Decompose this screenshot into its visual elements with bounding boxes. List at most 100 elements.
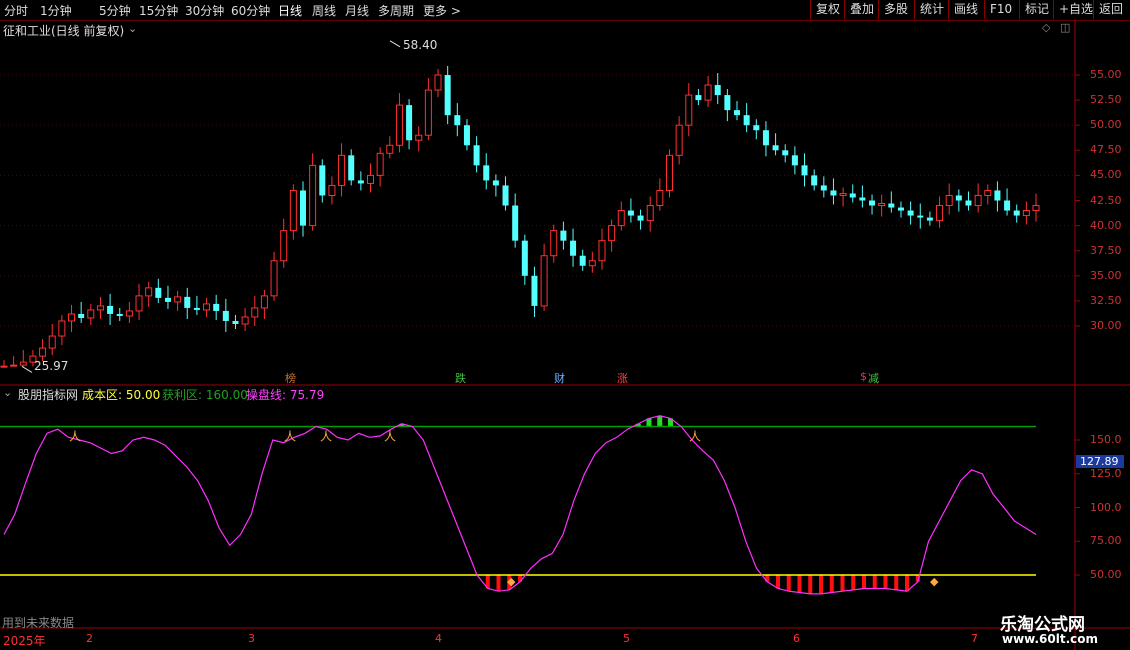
candle-body-down [483, 165, 490, 181]
event-annotation[interactable]: 涨 [616, 370, 629, 386]
candle-body-up [936, 205, 944, 222]
price-tick-label: 42.50 [1090, 193, 1122, 207]
price-tick-label: 40.00 [1090, 218, 1122, 232]
candle-body-down [724, 95, 731, 111]
event-annotation[interactable]: 跌 [454, 370, 467, 386]
sell-signal-icon: 人 [69, 430, 81, 444]
cost-zone-bar [496, 575, 501, 592]
future-data-note: 用到未来数据 [2, 616, 75, 630]
candle-body-down [917, 215, 924, 218]
year-label: 2025年 [3, 634, 46, 648]
period-tab-60min[interactable]: 60分钟 [231, 2, 270, 19]
candle-body-down [849, 193, 856, 198]
period-tab-multi[interactable]: 多周期 [378, 2, 414, 19]
current-value-badge: 127.89 [1076, 455, 1124, 468]
candle-body-down [897, 207, 904, 211]
period-tab-more[interactable]: 更多 > [423, 2, 461, 19]
candle-body-up [289, 189, 297, 232]
period-tab-1min[interactable]: 1分钟 [40, 2, 72, 19]
back-button[interactable]: 返回 [1093, 0, 1128, 19]
indicator-tick-label: 75.00 [1090, 534, 1122, 548]
draw-line-button[interactable]: 画线 [948, 0, 983, 19]
candle-body-up [145, 287, 153, 297]
candle-body-down [502, 185, 509, 206]
indicator-tick-label: 50.00 [1090, 568, 1122, 581]
candle-body-down [222, 310, 229, 321]
sell-signal-icon: 人 [689, 430, 701, 444]
chevron-down-icon[interactable]: ⌄ [128, 22, 137, 35]
candle-body-up [251, 307, 259, 318]
buy-signal-icon: ◆ [507, 575, 516, 588]
statistics-button[interactable]: 统计 [914, 0, 949, 19]
add-watchlist-button[interactable]: +自选 [1053, 0, 1098, 19]
candle-body-down [714, 85, 721, 96]
period-tab-daily[interactable]: 日线 [278, 2, 302, 19]
candle-body-up [10, 364, 18, 367]
candle-body-up [203, 303, 211, 311]
cost-zone-bar [776, 575, 780, 589]
price-tick-label: 47.50 [1090, 143, 1122, 157]
period-tab-5min[interactable]: 5分钟 [99, 2, 131, 19]
candle-body-up [174, 296, 182, 303]
indicator-tick-label: 150.0 [1090, 433, 1122, 446]
month-label: 6 [793, 632, 800, 645]
mark-button[interactable]: 标记 [1019, 0, 1054, 19]
candle-body-down [801, 165, 808, 176]
candle-body-down [888, 203, 895, 208]
event-annotation[interactable]: 财 [553, 370, 566, 386]
period-tab-weekly[interactable]: 周线 [312, 2, 336, 19]
candle-body-down [463, 125, 470, 146]
cost-zone-bar [851, 575, 856, 590]
candle-body-down [357, 180, 364, 184]
expand-icon[interactable]: ◫ [1060, 21, 1070, 34]
event-annotation[interactable]: 减 [867, 370, 880, 386]
candle-body-down [319, 165, 326, 196]
candle-body-down [782, 150, 789, 156]
candle-body-up [39, 347, 47, 357]
candle-body-down [579, 255, 586, 266]
candle-body-up [328, 184, 336, 196]
period-tab-timeshare[interactable]: 分时 [4, 2, 28, 19]
fuquan-button[interactable]: 复权 [810, 0, 845, 19]
kline-chart[interactable]: 人 人 人 人 人 ◆ ◆ [0, 20, 1130, 650]
candle-body-up [0, 365, 8, 368]
candle-body-down [512, 205, 519, 241]
candle-body-down [454, 115, 461, 126]
candle-body-up [87, 309, 95, 319]
candle-body-up [839, 192, 847, 196]
cost-zone-bar [808, 575, 813, 594]
candle-body-down [965, 200, 972, 206]
candle-body-down [155, 287, 162, 298]
candle-body-down [869, 200, 876, 206]
candle-body-up [48, 335, 56, 349]
candle-body-up [617, 210, 625, 227]
indicator-tick-label: 100.0 [1090, 500, 1122, 514]
price-tick-label: 55.00 [1090, 68, 1122, 81]
indicator-name[interactable]: 股朋指标网 [18, 386, 78, 403]
candle-body-down [78, 313, 85, 318]
indicator-menu-icon[interactable]: ⌄ [3, 386, 12, 399]
candle-body-up [550, 230, 558, 257]
event-annotation[interactable]: 榜 [284, 370, 297, 386]
month-label: 7 [971, 632, 978, 645]
candle-body-down [116, 313, 123, 316]
f10-button[interactable]: F10 [984, 0, 1017, 19]
period-tab-30min[interactable]: 30分钟 [185, 2, 224, 19]
candle-body-up [1022, 210, 1030, 217]
price-tick-label: 30.00 [1090, 319, 1122, 332]
cost-zone-bar [829, 575, 834, 593]
month-label: 4 [435, 632, 442, 645]
overlay-button[interactable]: 叠加 [844, 0, 879, 19]
candle-body-up [984, 189, 992, 196]
diamond-icon[interactable]: ◇ [1042, 21, 1050, 34]
cost-zone-bar [883, 575, 888, 589]
candle-body-up [656, 189, 664, 207]
period-tab-monthly[interactable]: 月线 [345, 2, 369, 19]
price-tick-label: 37.50 [1090, 243, 1122, 257]
period-tab-15min[interactable]: 15分钟 [139, 2, 178, 19]
multi-stock-button[interactable]: 多股 [878, 0, 913, 19]
candle-body-down [1004, 200, 1011, 211]
candle-body-down [734, 110, 741, 116]
candle-body-up [125, 310, 133, 317]
cost-zone-bar [786, 575, 791, 592]
